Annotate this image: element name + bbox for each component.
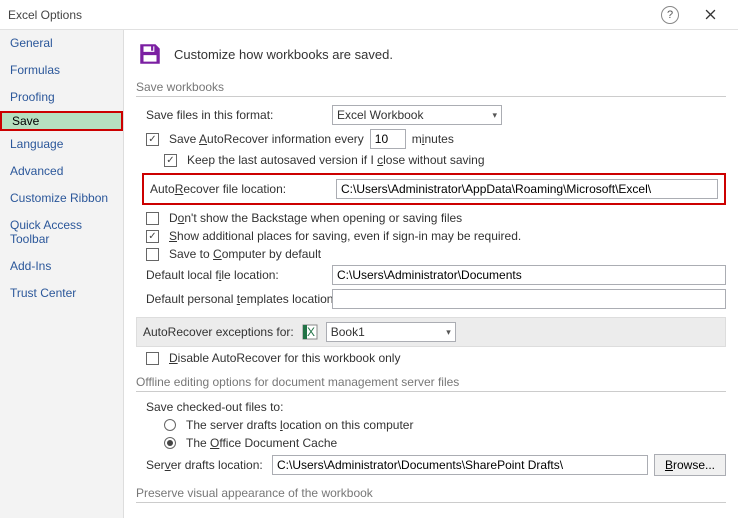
sidebar-item-customize-ribbon[interactable]: Customize Ribbon [0, 185, 123, 212]
sidebar-item-language[interactable]: Language [0, 131, 123, 158]
def-local-input[interactable] [332, 265, 726, 285]
row-autorecover-location: AutoRecover file location: [142, 173, 726, 205]
hero: Customize how workbooks are saved. [136, 40, 726, 68]
section-save-workbooks: Save workbooks [136, 80, 726, 97]
row-disable-autorecover: Disable AutoRecover for this workbook on… [146, 351, 726, 365]
row-server-drafts-location: Server drafts location: Browse... [146, 454, 726, 476]
def-local-label: Default local file location: [146, 268, 326, 282]
sidebar-item-proofing[interactable]: Proofing [0, 84, 123, 111]
exceptions-select[interactable]: Book1 ▾ [326, 322, 456, 342]
row-keep-last: Keep the last autosaved version if I clo… [164, 153, 726, 167]
sidebar-item-general[interactable]: General [0, 30, 123, 57]
row-radio-drafts: The server drafts location on this compu… [164, 418, 726, 432]
row-checked-out-label: Save checked-out files to: [146, 400, 726, 414]
workbook-icon: X [302, 324, 318, 340]
dont-backstage-label: Don't show the Backstage when opening or… [169, 211, 462, 225]
def-tmpl-label: Default personal templates location: [146, 292, 326, 306]
hero-text: Customize how workbooks are saved. [174, 47, 393, 62]
additional-places-checkbox[interactable] [146, 230, 159, 243]
save-computer-label: Save to Computer by default [169, 247, 321, 261]
disable-autorecover-label: Disable AutoRecover for this workbook on… [169, 351, 400, 365]
main-panel: Customize how workbooks are saved. Save … [124, 30, 738, 518]
browse-button[interactable]: Browse... [654, 454, 726, 476]
autorecover-checkbox[interactable] [146, 133, 159, 146]
format-label: Save files in this format: [146, 108, 326, 122]
exceptions-label: AutoRecover exceptions for: [143, 325, 294, 339]
disable-autorecover-checkbox[interactable] [146, 352, 159, 365]
arloc-label: AutoRecover file location: [150, 182, 330, 196]
titlebar: Excel Options ? [0, 0, 738, 30]
def-tmpl-input[interactable] [332, 289, 726, 309]
row-save-format: Save files in this format: Excel Workboo… [146, 105, 726, 125]
office-cache-label: The Office Document Cache [186, 436, 337, 450]
sidebar-item-formulas[interactable]: Formulas [0, 57, 123, 84]
autorecover-minutes-input[interactable] [370, 129, 406, 149]
sidebar: General Formulas Proofing Save Language … [0, 30, 124, 518]
svg-text:X: X [307, 325, 315, 339]
help-button[interactable]: ? [650, 0, 690, 30]
format-select[interactable]: Excel Workbook ▾ [332, 105, 502, 125]
arloc-input[interactable] [336, 179, 718, 199]
office-cache-radio[interactable] [164, 437, 176, 449]
row-default-local-location: Default local file location: [146, 265, 726, 285]
format-value: Excel Workbook [337, 108, 423, 122]
section-preserve-visual: Preserve visual appearance of the workbo… [136, 486, 726, 503]
server-drafts-label: The server drafts location on this compu… [186, 418, 413, 432]
row-dont-backstage: Don't show the Backstage when opening or… [146, 211, 726, 225]
dont-backstage-checkbox[interactable] [146, 212, 159, 225]
row-autorecover-every: Save AutoRecover information every minut… [146, 129, 726, 149]
chevron-down-icon: ▾ [446, 327, 451, 338]
save-icon [136, 40, 164, 68]
close-button[interactable] [690, 0, 730, 30]
sidebar-item-advanced[interactable]: Advanced [0, 158, 123, 185]
autorecover-label: Save AutoRecover information every [169, 132, 364, 146]
window-title: Excel Options [8, 8, 650, 22]
row-radio-cache: The Office Document Cache [164, 436, 726, 450]
save-computer-checkbox[interactable] [146, 248, 159, 261]
sidebar-item-trust-center[interactable]: Trust Center [0, 280, 123, 307]
section-offline-editing: Offline editing options for document man… [136, 375, 726, 392]
sidebar-item-save[interactable]: Save [0, 111, 123, 131]
row-additional-places: Show additional places for saving, even … [146, 229, 726, 243]
server-drafts-loc-label: Server drafts location: [146, 458, 266, 472]
section-autorecover-exceptions: AutoRecover exceptions for: X Book1 ▾ [136, 317, 726, 347]
chevron-down-icon: ▾ [492, 110, 497, 121]
sidebar-item-qat[interactable]: Quick Access Toolbar [0, 212, 123, 253]
server-drafts-radio[interactable] [164, 419, 176, 431]
row-default-templates-location: Default personal templates location: [146, 289, 726, 309]
row-save-computer: Save to Computer by default [146, 247, 726, 261]
checked-out-label: Save checked-out files to: [146, 400, 283, 414]
server-drafts-input[interactable] [272, 455, 648, 475]
additional-places-label: Show additional places for saving, even … [169, 229, 521, 243]
sidebar-item-add-ins[interactable]: Add-Ins [0, 253, 123, 280]
keep-last-label: Keep the last autosaved version if I clo… [187, 153, 485, 167]
minutes-label: minutes [412, 132, 454, 146]
keep-last-checkbox[interactable] [164, 154, 177, 167]
exceptions-value: Book1 [331, 325, 365, 339]
